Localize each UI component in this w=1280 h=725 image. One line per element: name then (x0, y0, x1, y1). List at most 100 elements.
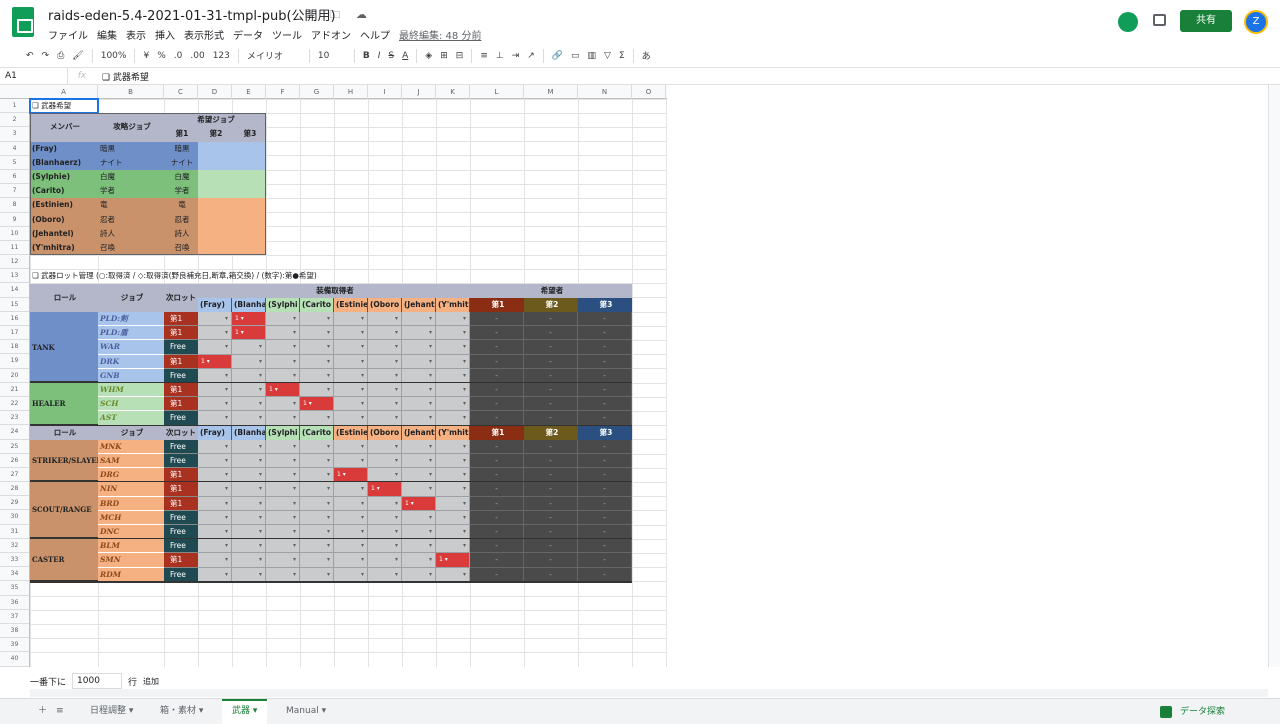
lot-dropdown[interactable]: ▾ (368, 454, 402, 469)
menu-tools[interactable]: ツール (272, 27, 302, 42)
row-header[interactable]: 32 (0, 539, 29, 553)
lot-dropdown[interactable]: ▾ (436, 496, 470, 511)
lot-dropdown[interactable]: ▾ (402, 439, 436, 454)
lot-dropdown[interactable]: ▾ (266, 354, 300, 369)
link-icon[interactable]: 🔗 (548, 51, 567, 61)
lot-dropdown[interactable]: 1 ▾ (266, 383, 300, 398)
comments-icon[interactable] (1153, 14, 1166, 26)
row-header[interactable]: 12 (0, 255, 29, 270)
lot-dropdown[interactable]: ▾ (300, 454, 334, 469)
lot-dropdown[interactable]: ▾ (232, 454, 266, 469)
currency-button[interactable]: ¥ (139, 51, 153, 61)
lot-dropdown[interactable]: ▾ (300, 496, 334, 511)
column-header[interactable]: E (232, 85, 266, 99)
lot-dropdown[interactable]: ▾ (402, 553, 436, 568)
row-header[interactable]: 27 (0, 468, 29, 483)
align-icon[interactable]: ≡ (476, 51, 492, 61)
lot-dropdown[interactable]: ▾ (368, 510, 402, 525)
lot-dropdown[interactable]: ▾ (368, 567, 402, 582)
lot-dropdown[interactable]: ▾ (266, 368, 300, 383)
lot-dropdown[interactable]: 1 ▾ (334, 468, 368, 483)
lot-dropdown[interactable]: ▾ (198, 482, 232, 497)
add-rows-count-input[interactable]: 1000 (72, 673, 123, 689)
borders-icon[interactable]: ⊞ (436, 51, 452, 61)
lot-dropdown[interactable]: ▾ (368, 383, 402, 398)
lot-dropdown[interactable]: ▾ (368, 397, 402, 412)
title-icons[interactable]: ☆ 🗀 ☁ (304, 6, 373, 25)
lot-dropdown[interactable]: ▾ (334, 496, 368, 511)
column-header[interactable]: F (266, 85, 300, 99)
lot-dropdown[interactable]: ▾ (402, 340, 436, 355)
comment-add-icon[interactable]: ▭ (567, 51, 584, 61)
all-sheets-icon[interactable]: ≡ (46, 699, 74, 725)
lot-dropdown[interactable]: ▾ (266, 482, 300, 497)
lot-dropdown[interactable]: ▾ (266, 510, 300, 525)
lot-dropdown[interactable]: ▾ (266, 496, 300, 511)
column-header[interactable]: I (368, 85, 402, 99)
input-tools-button[interactable]: あ (638, 49, 655, 62)
row-header[interactable]: 9 (0, 213, 29, 227)
lot-dropdown[interactable]: ▾ (368, 525, 402, 540)
lot-dropdown[interactable]: ▾ (436, 383, 470, 398)
filter-icon[interactable]: ▽ (600, 51, 615, 61)
lot-dropdown[interactable]: ▾ (232, 510, 266, 525)
lot-dropdown[interactable]: ▾ (436, 525, 470, 540)
paint-format-icon[interactable]: 🖌 (68, 51, 87, 61)
row-header[interactable]: 40 (0, 652, 29, 667)
row-header[interactable]: 16 (0, 312, 29, 326)
redo-icon[interactable]: ↷ (38, 51, 54, 61)
menu-insert[interactable]: 挿入 (155, 27, 175, 42)
lot-dropdown[interactable]: ▾ (334, 326, 368, 341)
lot-dropdown[interactable]: ▾ (232, 439, 266, 454)
row-header[interactable]: 24 (0, 425, 29, 440)
tab-materials[interactable]: 箱・素材 ▾ (150, 699, 213, 725)
row-header[interactable]: 1 (0, 99, 29, 114)
lot-dropdown[interactable]: ▾ (232, 397, 266, 412)
spreadsheet-grid[interactable]: ABCDEFGHIJKLMNO 1 2 3 4 5 6 7 8 9 10 11 12 13 14 15 16 1… (0, 85, 1268, 667)
row-header[interactable]: 5 (0, 156, 29, 170)
row-header[interactable]: 37 (0, 610, 29, 624)
lot-dropdown[interactable]: ▾ (402, 397, 436, 412)
vertical-scrollbar[interactable] (1268, 85, 1280, 667)
lot-dropdown[interactable]: ▾ (300, 368, 334, 383)
menu-addons[interactable]: アドオン (311, 27, 351, 42)
last-edit-link[interactable]: 最終編集: 48 分前 (399, 27, 481, 42)
lot-dropdown[interactable]: ▾ (402, 454, 436, 469)
lot-dropdown[interactable]: ▾ (436, 539, 470, 554)
row-header[interactable]: 29 (0, 496, 29, 511)
lot-dropdown[interactable]: ▾ (232, 525, 266, 540)
lot-dropdown[interactable]: ▾ (266, 525, 300, 540)
meet-icon[interactable] (1118, 12, 1138, 32)
font-select[interactable]: メイリオ (243, 49, 305, 62)
lot-dropdown[interactable]: ▾ (232, 411, 266, 426)
lot-dropdown[interactable]: ▾ (300, 383, 334, 398)
row-header[interactable]: 7 (0, 184, 29, 199)
lot-dropdown[interactable]: ▾ (334, 567, 368, 582)
lot-dropdown[interactable]: ▾ (334, 383, 368, 398)
lot-dropdown[interactable]: ▾ (334, 482, 368, 497)
lot-dropdown[interactable]: ▾ (436, 340, 470, 355)
lot-dropdown[interactable]: ▾ (334, 411, 368, 426)
lot-dropdown[interactable]: ▾ (198, 368, 232, 383)
lot-dropdown[interactable]: ▾ (436, 326, 470, 341)
lot-dropdown[interactable]: ▾ (198, 411, 232, 426)
share-button[interactable]: 共有 (1180, 10, 1232, 32)
lot-dropdown[interactable]: ▾ (334, 397, 368, 412)
tab-manual[interactable]: Manual ▾ (276, 699, 336, 725)
column-header[interactable]: G (300, 85, 334, 99)
row-header[interactable]: 20 (0, 369, 29, 383)
lot-dropdown[interactable]: ▾ (436, 482, 470, 497)
column-header[interactable]: D (198, 85, 232, 99)
lot-dropdown[interactable]: 1 ▾ (232, 312, 266, 327)
lot-dropdown[interactable]: ▾ (300, 468, 334, 483)
column-header[interactable]: C (164, 85, 198, 99)
lot-dropdown[interactable]: ▾ (266, 553, 300, 568)
lot-dropdown[interactable]: ▾ (368, 368, 402, 383)
row-header[interactable]: 18 (0, 340, 29, 355)
lot-dropdown[interactable]: ▾ (232, 354, 266, 369)
lot-dropdown[interactable]: ▾ (368, 326, 402, 341)
lot-dropdown[interactable]: ▾ (300, 510, 334, 525)
name-box[interactable]: A1 (0, 68, 68, 84)
column-header[interactable]: L (470, 85, 524, 99)
tab-weapons[interactable]: 武器 ▾ (222, 699, 268, 725)
